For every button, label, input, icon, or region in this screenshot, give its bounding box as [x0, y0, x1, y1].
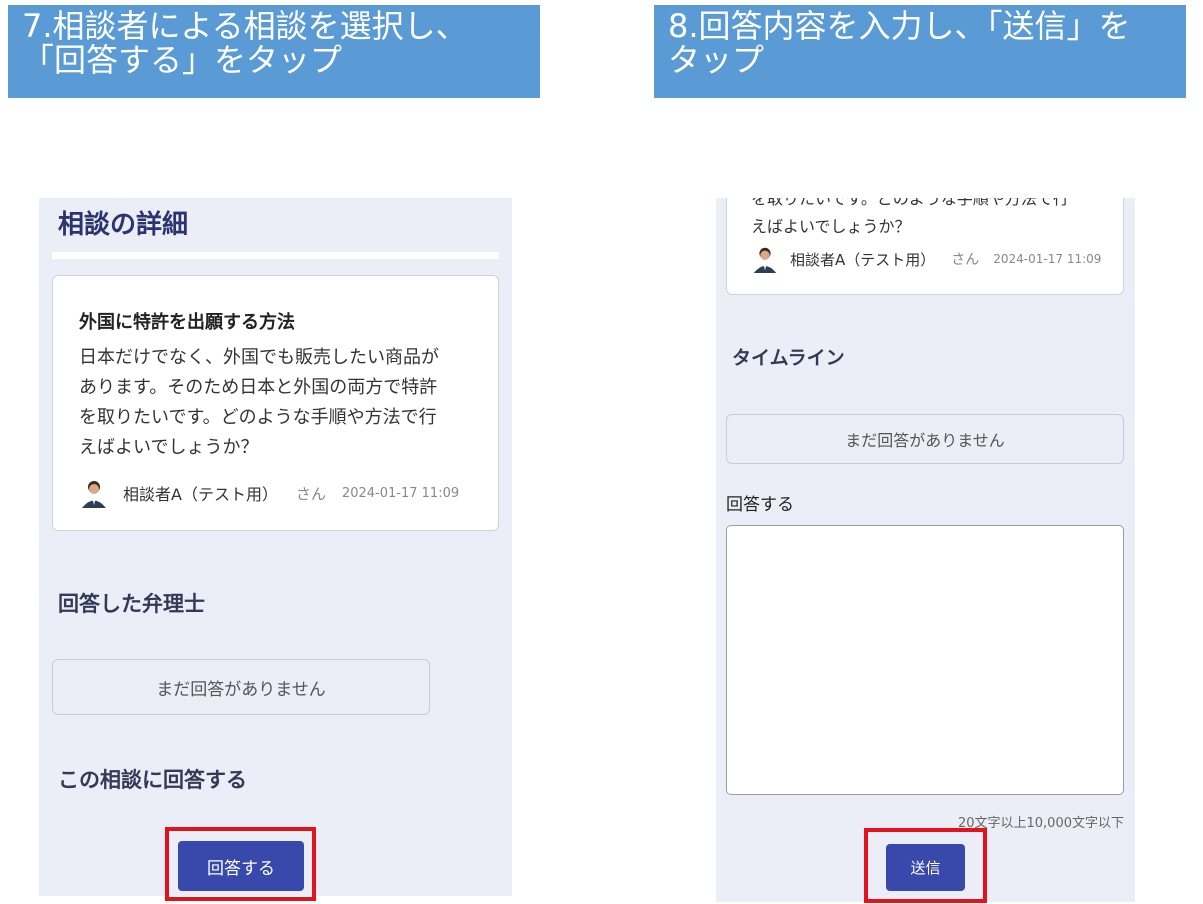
- consultation-card[interactable]: を取りたいです。どのような手順や方法で行 えばよいでしょうか？ 相談者A（テスト…: [726, 198, 1124, 295]
- consultation-body-line: えばよいでしょうか？: [751, 217, 911, 236]
- consultation-body-line: あります。そのため日本と外国の両方で特許: [79, 377, 438, 398]
- step7-banner-line2: 「回答する」をタップ: [22, 41, 343, 79]
- step7-banner-line1: 7.相談者による相談を選択し、: [22, 7, 468, 45]
- consultation-meta: 相談者A（テスト用） さん 2024-01-17 11:09: [79, 478, 459, 508]
- consultation-body-line: を取りたいです。どのような手順や方法で行: [751, 198, 1069, 208]
- answer-textarea[interactable]: [726, 525, 1124, 795]
- author-name: 相談者A（テスト用）: [123, 485, 278, 504]
- posted-date: 2024-01-17 11:09: [341, 485, 460, 501]
- author-suffix: さん: [951, 252, 980, 268]
- step8-banner-line1: 8.回答内容を入力し、「送信」を: [668, 7, 1131, 45]
- no-answer-box: まだ回答がありません: [52, 659, 430, 715]
- consultation-meta: 相談者A（テスト用） さん 2024-01-17 11:09: [751, 245, 1101, 273]
- answer-form-screen: を取りたいです。どのような手順や方法で行 えばよいでしょうか？ 相談者A（テスト…: [716, 198, 1135, 902]
- answer-button-highlight: [165, 827, 316, 901]
- consultation-body-line: を取りたいです。どのような手順や方法で行: [79, 407, 437, 428]
- page-title: 相談の詳細: [58, 210, 189, 240]
- answered-attorney-heading: 回答した弁理士: [58, 592, 205, 616]
- avatar: [79, 478, 109, 508]
- consultation-body-line: えばよいでしょうか？: [79, 437, 259, 458]
- consultation-title: 外国に特許を出願する方法: [79, 312, 295, 333]
- consultation-body-line: 日本だけでなく、外国でも販売したい商品が: [79, 347, 439, 368]
- no-answer-box: まだ回答がありません: [726, 414, 1124, 464]
- step7-banner: 7.相談者による相談を選択し、 「回答する」をタップ: [8, 5, 540, 98]
- consultation-body: を取りたいです。どのような手順や方法で行 えばよいでしょうか？: [751, 198, 1121, 241]
- consultation-card[interactable]: 外国に特許を出願する方法 日本だけでなく、外国でも販売したい商品が あります。そ…: [52, 275, 499, 531]
- author-suffix: さん: [295, 484, 326, 503]
- step8-banner-line2: タップ: [668, 41, 765, 79]
- consultation-detail-screen: 相談の詳細 外国に特許を出願する方法 日本だけでなく、外国でも販売したい商品が …: [39, 198, 512, 896]
- send-button-highlight: [864, 828, 987, 903]
- step8-banner: 8.回答内容を入力し、「送信」を タップ: [654, 5, 1186, 98]
- avatar: [751, 245, 779, 273]
- timeline-heading: タイムライン: [732, 347, 845, 369]
- reply-heading: この相談に回答する: [58, 768, 247, 792]
- answer-label: 回答する: [726, 495, 794, 515]
- author-name: 相談者A（テスト用）: [790, 250, 936, 269]
- posted-date: 2024-01-17 11:09: [993, 252, 1102, 266]
- consultation-body: 日本だけでなく、外国でも販売したい商品が あります。そのため日本と外国の両方で特…: [79, 343, 489, 463]
- title-divider: [52, 252, 499, 259]
